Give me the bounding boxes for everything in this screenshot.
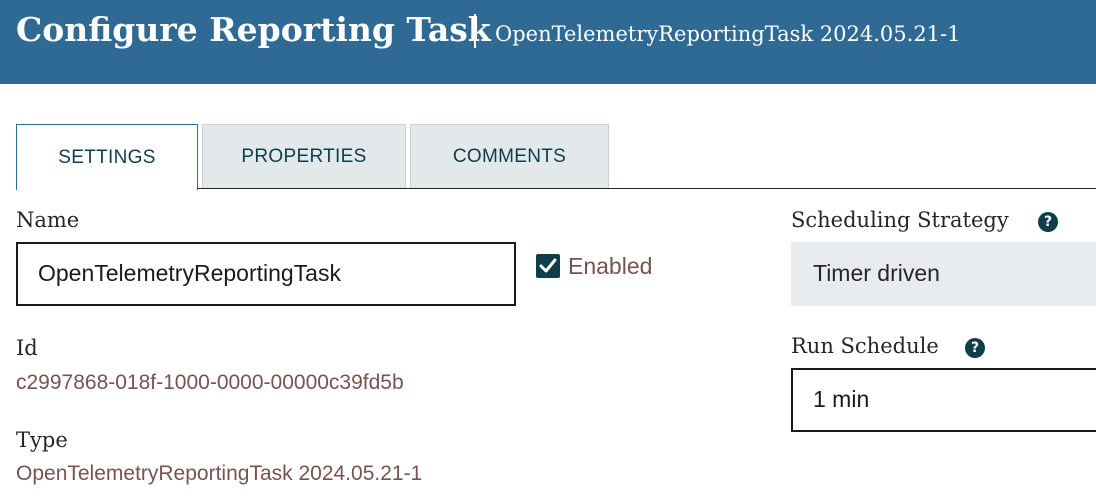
tab-settings[interactable]: SETTINGS <box>16 124 198 190</box>
question-circle-icon[interactable]: ? <box>965 338 985 358</box>
tab-settings-label: SETTINGS <box>58 146 156 168</box>
dialog-subtitle: OpenTelemetryReportingTask 2024.05.21-1 <box>495 22 961 46</box>
checkmark-icon <box>539 258 557 273</box>
name-label: Name <box>16 208 80 232</box>
tab-comments-label: COMMENTS <box>452 145 567 167</box>
run-schedule-label: Run Schedule <box>791 334 939 358</box>
dialog-header: Configure Reporting Task OpenTelemetryRe… <box>0 0 1096 84</box>
id-label: Id <box>16 336 38 360</box>
enabled-label[interactable]: Enabled <box>568 253 652 280</box>
tab-comments[interactable]: COMMENTS <box>410 124 609 188</box>
dialog-title: Configure Reporting Task <box>16 10 491 49</box>
scheduling-strategy-value: Timer driven <box>791 242 1096 306</box>
header-divider <box>474 14 476 48</box>
enabled-checkbox[interactable] <box>536 254 560 278</box>
question-circle-icon[interactable]: ? <box>1038 212 1058 232</box>
type-value: OpenTelemetryReportingTask 2024.05.21-1 <box>16 462 423 485</box>
scheduling-strategy-label: Scheduling Strategy <box>791 208 1009 232</box>
tab-properties[interactable]: PROPERTIES <box>202 124 406 188</box>
name-input[interactable]: OpenTelemetryReportingTask <box>16 242 516 306</box>
type-label: Type <box>16 428 68 452</box>
id-value: c2997868-018f-1000-0000-00000c39fd5b <box>16 371 404 394</box>
tabs-divider <box>196 188 1096 189</box>
tab-properties-label: PROPERTIES <box>241 145 367 167</box>
run-schedule-input[interactable]: 1 min <box>791 368 1096 432</box>
